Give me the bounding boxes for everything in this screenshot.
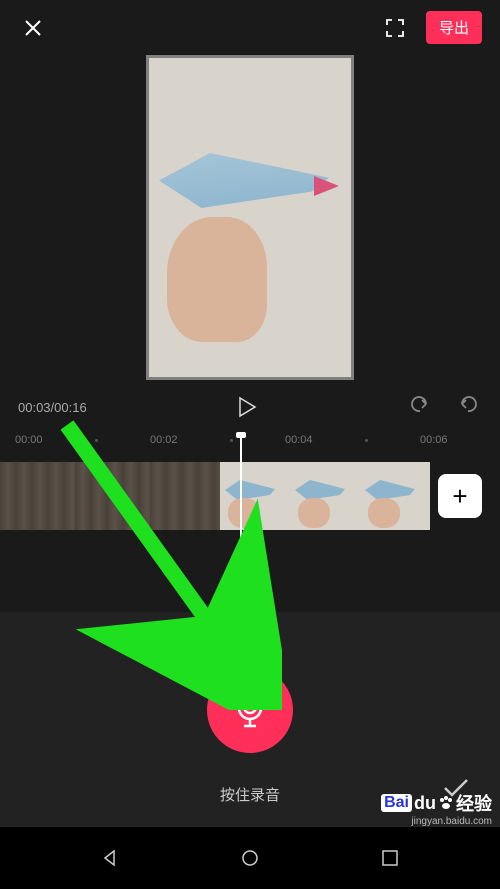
timeline-clip[interactable] — [290, 462, 360, 530]
watermark: Baidu 经验 jingyan.baidu.com — [381, 790, 492, 827]
redo-button[interactable] — [456, 394, 482, 420]
undo-button[interactable] — [408, 394, 434, 420]
timeline-clip[interactable] — [150, 462, 220, 530]
play-button[interactable] — [232, 392, 262, 422]
android-nav-bar — [0, 827, 500, 889]
nav-home-button[interactable] — [234, 842, 266, 874]
record-label: 按住录音 — [220, 784, 280, 805]
microphone-icon — [232, 690, 268, 730]
timeline-clip[interactable] — [360, 462, 430, 530]
export-button[interactable]: 导出 — [426, 11, 482, 44]
nav-back-button[interactable] — [94, 842, 126, 874]
add-clip-button[interactable]: + — [438, 474, 482, 518]
timeline-clip[interactable] — [220, 462, 290, 530]
playhead[interactable] — [240, 434, 242, 564]
time-ruler: 00:00 00:02 00:04 00:06 — [0, 434, 500, 456]
timeline-clip[interactable] — [75, 462, 150, 530]
time-display: 00:03/00:16 — [18, 400, 87, 415]
close-button[interactable] — [18, 13, 48, 43]
video-preview[interactable] — [0, 55, 500, 380]
record-button[interactable] — [207, 667, 293, 753]
nav-recent-button[interactable] — [374, 842, 406, 874]
timeline[interactable]: 00:00 00:02 00:04 00:06 + — [0, 434, 500, 569]
fullscreen-button[interactable] — [382, 15, 408, 41]
timeline-clip[interactable] — [0, 462, 75, 530]
